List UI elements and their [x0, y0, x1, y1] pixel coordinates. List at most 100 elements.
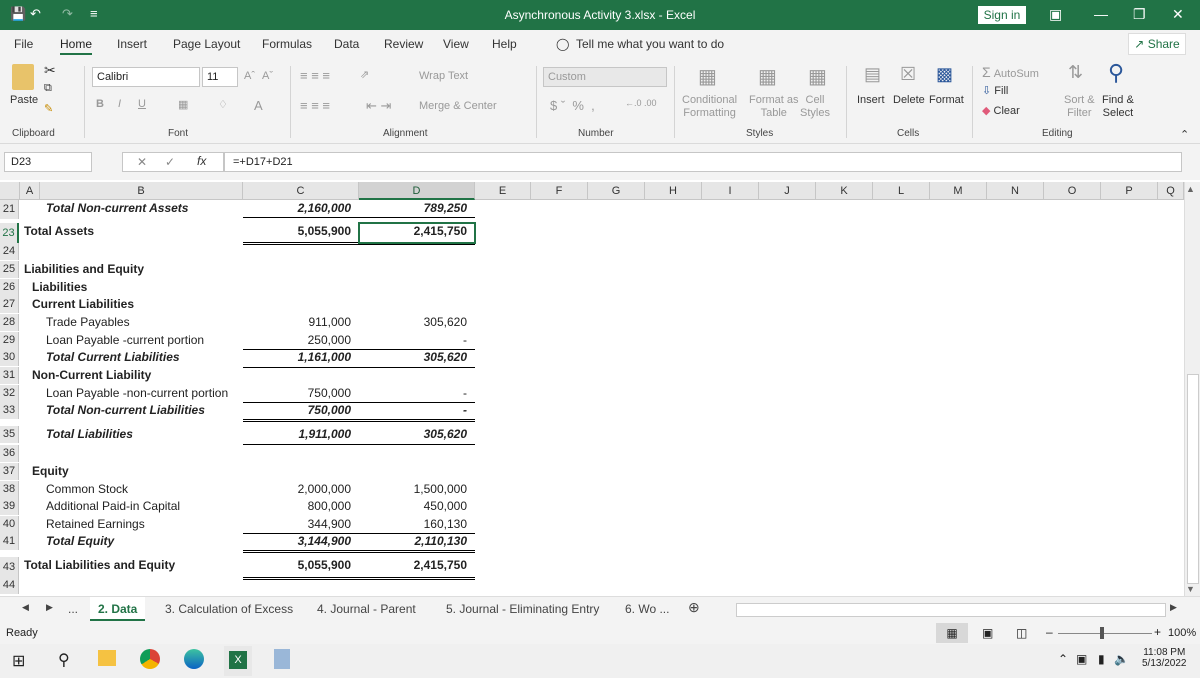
sign-in-button[interactable]: Sign in — [978, 6, 1026, 24]
row-label-cell[interactable]: Total Non-current Assets — [46, 200, 276, 219]
column-header-k[interactable]: K — [816, 182, 873, 200]
fill-button[interactable]: ⇩ Fill — [982, 84, 1008, 97]
row-label-cell[interactable]: Loan Payable -current portion — [46, 332, 276, 349]
row-header[interactable]: 26 — [0, 279, 19, 296]
bold-button[interactable]: B — [96, 98, 104, 110]
indent-icon[interactable]: ⇤ ⇥ — [366, 98, 391, 114]
volume-icon[interactable]: 🔈 — [1114, 652, 1129, 666]
row-label-cell[interactable]: Equity — [32, 463, 262, 480]
row-label-cell[interactable]: Total Non-current Liabilities — [46, 402, 276, 419]
fill-color-icon[interactable]: ♢ — [218, 98, 228, 111]
value-cell-d[interactable] — [359, 243, 467, 260]
value-cell-d[interactable]: 2,415,750 — [359, 557, 467, 577]
value-cell-c[interactable] — [243, 279, 351, 296]
column-header-i[interactable]: I — [702, 182, 759, 200]
share-button[interactable]: ↗ Share — [1128, 33, 1186, 55]
format-button[interactable]: Format — [929, 94, 964, 106]
row-header[interactable]: 31 — [0, 367, 19, 384]
row-label-cell[interactable] — [24, 243, 254, 260]
prev-sheet-icon[interactable]: ◀ — [22, 602, 29, 613]
tab-formulas[interactable]: Formulas — [262, 37, 312, 51]
row-header[interactable]: 21 — [0, 200, 19, 219]
value-cell-d[interactable] — [359, 445, 467, 462]
column-header-d[interactable]: D — [359, 182, 475, 200]
value-cell-d[interactable]: 450,000 — [359, 498, 467, 515]
row-label-cell[interactable]: Liabilities — [32, 279, 262, 296]
column-header-j[interactable]: J — [759, 182, 816, 200]
align-top-icon[interactable]: ≡ ≡ ≡ — [300, 68, 330, 83]
increase-font-size-icon[interactable]: Aˆ — [244, 70, 255, 82]
selected-cell-d23[interactable] — [358, 222, 476, 244]
column-header-o[interactable]: O — [1044, 182, 1101, 200]
tab-help[interactable]: Help — [492, 37, 517, 51]
sheet-tab-calculation[interactable]: 3. Calculation of Excess — [165, 602, 293, 616]
column-header-g[interactable]: G — [588, 182, 645, 200]
format-as-table-icon[interactable]: ▦ — [758, 64, 777, 89]
value-cell-c[interactable]: 1,161,000 — [243, 349, 351, 366]
zoom-slider[interactable] — [1058, 633, 1152, 634]
delete-button[interactable]: Delete — [893, 94, 925, 106]
paste-icon[interactable] — [12, 64, 34, 90]
conditional-formatting-button[interactable]: Conditional Formatting — [682, 94, 737, 120]
align-left-icon[interactable]: ≡ ≡ ≡ — [300, 98, 330, 113]
column-header-b[interactable]: B — [40, 182, 243, 200]
sort-filter-button[interactable]: Sort & Filter — [1064, 94, 1095, 120]
column-header-q[interactable]: Q — [1158, 182, 1184, 200]
excel-taskbar-button[interactable]: X — [224, 646, 252, 676]
clock[interactable]: 11:08 PM 5/13/2022 — [1142, 647, 1187, 669]
value-cell-c[interactable]: 5,055,900 — [243, 557, 351, 577]
value-cell-c[interactable]: 800,000 — [243, 498, 351, 515]
vertical-scroll-thumb[interactable] — [1187, 374, 1199, 584]
row-header[interactable]: 38 — [0, 481, 19, 498]
enter-icon[interactable]: ✓ — [165, 155, 175, 169]
insert-cells-icon[interactable]: ▤ — [864, 64, 881, 85]
column-header-l[interactable]: L — [873, 182, 930, 200]
value-cell-c[interactable] — [243, 463, 351, 480]
column-header-c[interactable]: C — [243, 182, 359, 200]
sheet-tab-journal-parent[interactable]: 4. Journal - Parent — [317, 602, 416, 616]
windows-start-icon[interactable]: ⊞ — [12, 651, 25, 671]
row-header[interactable]: 43 — [0, 557, 19, 577]
row-header[interactable]: 24 — [0, 243, 19, 260]
row-header[interactable]: 41 — [0, 533, 19, 550]
zoom-slider-thumb[interactable] — [1100, 627, 1104, 639]
file-explorer-icon[interactable] — [98, 650, 116, 666]
row-label-cell[interactable]: Total Current Liabilities — [46, 349, 276, 366]
underline-button[interactable]: U — [138, 98, 146, 110]
worksheet-grid[interactable]: 21 Total Non-current Assets 2,160,000 789,2… — [0, 200, 1184, 596]
row-label-cell[interactable]: Additional Paid-in Capital — [46, 498, 276, 515]
edge-icon[interactable] — [184, 649, 204, 669]
scroll-down-icon[interactable]: ▼ — [1186, 584, 1195, 594]
wrap-text-button[interactable]: Wrap Text — [419, 70, 468, 82]
value-cell-c[interactable]: 1,911,000 — [243, 426, 352, 443]
value-cell-c[interactable]: 5,055,900 — [243, 223, 351, 243]
row-label-cell[interactable]: Total Assets — [24, 223, 254, 243]
zoom-in-button[interactable]: + — [1154, 625, 1161, 639]
select-all-corner[interactable] — [0, 182, 20, 200]
conditional-formatting-icon[interactable]: ▦ — [698, 64, 717, 89]
sheet-tab-journal-eliminating[interactable]: 5. Journal - Eliminating Entry — [446, 602, 599, 616]
borders-icon[interactable]: ▦ — [178, 98, 188, 111]
column-header-h[interactable]: H — [645, 182, 702, 200]
tab-page-layout[interactable]: Page Layout — [173, 37, 240, 51]
font-name-select[interactable]: Calibri — [92, 67, 200, 87]
value-cell-c[interactable] — [243, 243, 351, 260]
column-header-m[interactable]: M — [930, 182, 987, 200]
row-header[interactable]: 36 — [0, 445, 19, 462]
page-layout-view-icon[interactable]: ▣ — [982, 626, 993, 640]
formula-input[interactable]: =+D17+D21 — [224, 152, 1182, 172]
italic-button[interactable]: I — [118, 98, 121, 110]
cell-styles-icon[interactable]: ▦ — [808, 64, 827, 89]
format-cells-icon[interactable]: ▩ — [936, 64, 953, 85]
font-color-icon[interactable]: A — [254, 98, 263, 113]
sort-filter-icon[interactable]: ⇅ — [1068, 62, 1083, 83]
more-sheets-left[interactable]: ... — [68, 602, 78, 616]
value-cell-c[interactable] — [243, 445, 351, 462]
row-label-cell[interactable]: Loan Payable -non-current portion — [46, 385, 276, 402]
collapse-ribbon-icon[interactable]: ⌃ — [1180, 128, 1189, 141]
value-cell-c[interactable]: 3,144,900 — [243, 533, 351, 550]
row-header[interactable]: 29 — [0, 332, 19, 349]
format-as-table-button[interactable]: Format as Table — [749, 94, 799, 120]
row-header[interactable]: 27 — [0, 296, 19, 313]
value-cell-c[interactable] — [243, 367, 351, 384]
